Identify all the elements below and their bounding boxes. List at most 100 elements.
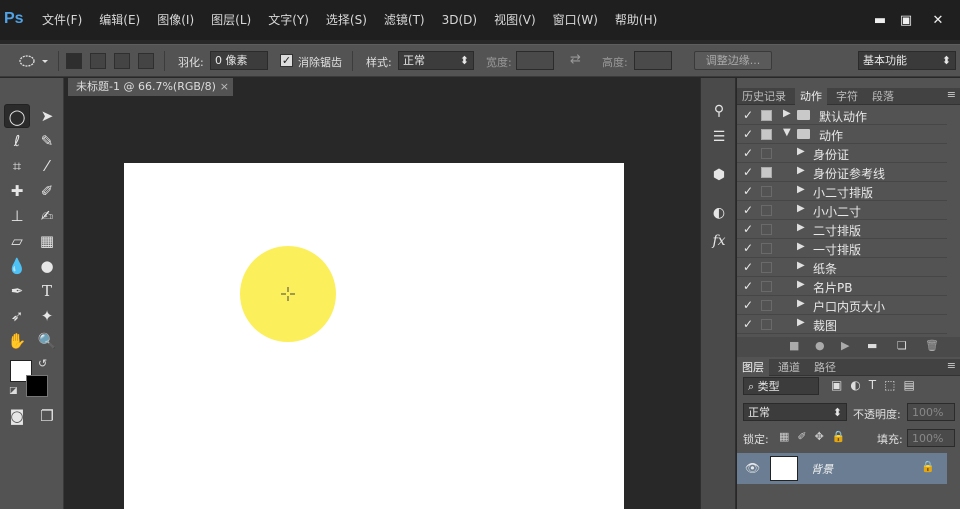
play-icon[interactable]: ▶ [841,339,849,352]
tab-channels[interactable]: 通道 [773,359,805,376]
action-row[interactable]: ✓ ▶ 一寸排版 [737,239,947,258]
minimize-button[interactable]: ▬ [866,14,894,28]
crop-tool-icon[interactable]: ⌗ [4,154,30,178]
checkmark-icon[interactable]: ✓ [743,260,755,274]
action-set-row[interactable]: ✓ ▼ 动作 [737,125,947,144]
new-selection-icon[interactable] [66,53,82,69]
fill-input[interactable]: 100% [907,429,955,447]
dialog-toggle-icon[interactable] [761,319,772,330]
action-row[interactable]: ✓ ▶ 户口内页大小 [737,296,947,315]
delete-icon[interactable]: 🗑 [925,339,939,352]
menu-layer[interactable]: 图层(L) [211,0,251,40]
dialog-toggle-icon[interactable] [761,262,772,273]
dialog-toggle-icon[interactable] [761,224,772,235]
checkmark-icon[interactable]: ✓ [743,146,755,160]
default-colors-icon[interactable]: ◪ [9,386,18,396]
layer-filter-select[interactable]: ⌕ 类型 [743,377,819,395]
gradient-tool-icon[interactable]: ▦ [34,229,60,253]
action-row[interactable]: ✓ ▶ 二寸排版 [737,220,947,239]
zoom-tool-icon[interactable]: 🔍 [34,329,60,353]
elliptical-marquee-tool[interactable]: ◯ [4,104,30,128]
menu-view[interactable]: 视图(V) [494,0,536,40]
chevron-right-icon[interactable]: ▶ [797,260,805,271]
tab-paths[interactable]: 路径 [809,359,841,376]
chevron-right-icon[interactable]: ▶ [797,184,805,195]
chevron-right-icon[interactable]: ▶ [783,108,791,119]
chevron-down-icon[interactable]: ▼ [783,127,791,138]
subtract-selection-icon[interactable] [114,53,130,69]
path-selection-tool-icon[interactable]: ➶ [4,304,30,328]
action-row[interactable]: ✓ ▶ 身份证参考线 [737,163,947,182]
checkmark-icon[interactable]: ✓ [743,298,755,312]
chevron-right-icon[interactable]: ▶ [797,222,805,233]
hand-tool-icon[interactable]: ✋ [4,329,30,353]
menu-edit[interactable]: 编辑(E) [99,0,140,40]
document-canvas[interactable] [124,163,624,509]
dialog-toggle-icon[interactable] [761,167,772,178]
type-tool-icon[interactable]: T [34,279,60,303]
shape-tool-icon[interactable]: ✦ [34,304,60,328]
layer-filter-icons[interactable]: ▣◐T⬚▤ [831,378,923,392]
healing-brush-tool-icon[interactable]: ✚ [4,179,30,203]
menu-type[interactable]: 文字(Y) [268,0,309,40]
document-tab[interactable]: 未标题-1 @ 66.7%(RGB/8) × [68,78,233,96]
tab-layers[interactable]: 图层 [737,359,769,376]
restore-button[interactable]: ▣ [892,14,920,28]
quick-selection-tool-icon[interactable]: ✎ [34,129,60,153]
move-tool-icon[interactable]: ➤ [34,104,60,128]
panel-menu-icon[interactable]: ≡ [947,88,956,101]
stop-icon[interactable]: ■ [789,339,799,352]
menu-help[interactable]: 帮助(H) [615,0,657,40]
tab-actions[interactable]: 动作 [795,88,827,105]
style-select[interactable]: 正常 ⬍ [398,51,474,70]
pen-tool-icon[interactable]: ✒ [4,279,30,303]
action-row[interactable]: ✓ ▶ 小二寸排版 [737,182,947,201]
blur-tool-icon[interactable]: 💧 [4,254,30,278]
tab-character[interactable]: 字符 [831,88,863,105]
checkmark-icon[interactable]: ✓ [743,279,755,293]
opacity-input[interactable]: 100% [907,403,955,421]
feather-input[interactable]: 0 像素 [210,51,268,70]
properties-icon[interactable]: ☰ [707,126,731,148]
brush-tool-icon[interactable]: ✐ [34,179,60,203]
action-row[interactable]: ✓ ▶ 身份证 [737,144,947,163]
dialog-toggle-icon[interactable] [761,243,772,254]
chevron-right-icon[interactable]: ▶ [797,146,805,157]
styles-fx-icon[interactable]: fx [707,230,731,252]
chevron-right-icon[interactable]: ▶ [797,298,805,309]
menu-image[interactable]: 图像(I) [157,0,194,40]
swap-icon[interactable]: ⇄ [570,52,581,67]
menu-select[interactable]: 选择(S) [326,0,367,40]
checkmark-icon[interactable]: ✓ [743,127,755,141]
dialog-toggle-icon[interactable] [761,148,772,159]
elliptical-marquee-icon[interactable] [18,53,50,69]
refine-edge-button[interactable]: 调整边缘... [694,51,772,70]
chevron-right-icon[interactable]: ▶ [797,317,805,328]
checkmark-icon[interactable]: ✓ [743,203,755,217]
action-row[interactable]: ✓ ▶ 小小二寸 [737,201,947,220]
chevron-right-icon[interactable]: ▶ [797,241,805,252]
checkmark-icon[interactable]: ✓ [743,317,755,331]
dialog-toggle-icon[interactable] [761,186,772,197]
dialog-toggle-icon[interactable] [761,110,772,121]
intersect-selection-icon[interactable] [138,53,154,69]
close-button[interactable]: ✕ [924,14,952,28]
screen-mode-icon[interactable]: ❐ [34,404,60,428]
chevron-right-icon[interactable]: ▶ [797,279,805,290]
dialog-toggle-icon[interactable] [761,281,772,292]
height-input[interactable] [634,51,672,70]
dialog-toggle-icon[interactable] [761,205,772,216]
menu-3d[interactable]: 3D(D) [442,0,477,40]
blend-mode-select[interactable]: 正常 ⬍ [743,403,847,421]
action-row[interactable]: ✓ ▶ 名片PB [737,277,947,296]
menu-window[interactable]: 窗口(W) [553,0,598,40]
checkmark-icon[interactable]: ✓ [743,184,755,198]
3d-cube-icon[interactable]: ⬢ [707,164,731,186]
checkmark-icon[interactable]: ✓ [743,222,755,236]
chevron-right-icon[interactable]: ▶ [797,165,805,176]
new-action-icon[interactable]: ❏ [897,339,907,352]
checkmark-icon[interactable]: ✓ [743,241,755,255]
history-brush-tool-icon[interactable]: ✍ [34,204,60,228]
action-row[interactable]: ✓ ▶ 裁图 [737,315,947,334]
dialog-toggle-icon[interactable] [761,129,772,140]
